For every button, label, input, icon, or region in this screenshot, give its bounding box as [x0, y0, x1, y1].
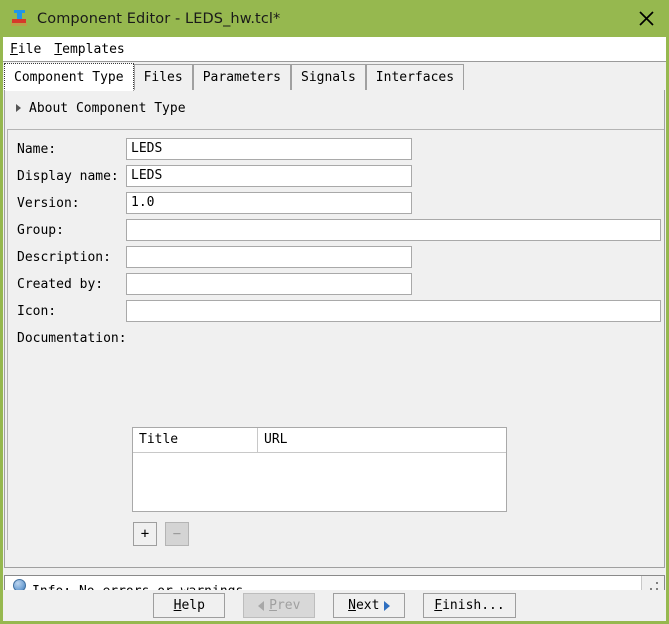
field-row-group: Group: [8, 217, 661, 243]
field-row-description: Description: [8, 244, 412, 270]
finish-button-label: inish... [442, 598, 505, 613]
label-group: Group: [17, 222, 64, 238]
label-icon: Icon: [17, 303, 57, 319]
finish-button[interactable]: Finish... [423, 593, 516, 618]
version-input[interactable]: 1.0 [126, 192, 412, 214]
chevron-left-icon [258, 600, 265, 611]
tab-interfaces[interactable]: Interfaces [365, 64, 465, 91]
tab-component-type[interactable]: Component Type [4, 63, 134, 91]
menu-templates-mnemonic: T [54, 41, 63, 57]
chevron-right-icon [16, 104, 21, 112]
display-name-input[interactable]: LEDS [126, 165, 412, 187]
documentation-table-header: Title URL [133, 428, 506, 453]
tab-signals[interactable]: Signals [291, 64, 366, 91]
about-component-type-disclosure[interactable]: About Component Type [13, 99, 186, 117]
close-icon[interactable] [623, 0, 669, 37]
next-button-label: ext [355, 598, 380, 613]
tab-parameters[interactable]: Parameters [192, 64, 291, 91]
description-input[interactable] [126, 246, 412, 268]
finish-button-mnemonic: F [434, 598, 443, 613]
field-row-version: Version: 1.0 [8, 190, 412, 216]
label-created-by: Created by: [17, 276, 104, 292]
prev-button-mnemonic: P [269, 598, 277, 613]
prev-button-label: rev [276, 598, 301, 613]
tab-files[interactable]: Files [133, 64, 193, 91]
menu-templates-rest: emplates [62, 41, 125, 57]
field-row-documentation: Documentation: [8, 325, 127, 351]
menu-file-rest: ile [17, 41, 42, 57]
label-description: Description: [17, 249, 111, 265]
field-row-name: Name: LEDS [8, 136, 412, 162]
window-title: Component Editor - LEDS_hw.tcl* [37, 10, 281, 27]
label-display-name: Display name: [17, 168, 119, 184]
field-row-icon: Icon: [8, 298, 661, 324]
next-button[interactable]: Next [333, 593, 406, 618]
name-input[interactable]: LEDS [126, 138, 412, 160]
prev-button: Prev [243, 593, 316, 618]
label-name: Name: [17, 141, 57, 157]
help-button-label: elp [181, 598, 205, 613]
documentation-table[interactable]: Title URL [132, 427, 507, 512]
menu-file-mnemonic: F [10, 41, 18, 57]
label-documentation: Documentation: [17, 330, 127, 346]
component-editor-window: Component Editor - LEDS_hw.tcl* File Tem… [0, 0, 669, 624]
documentation-row-controls: + − [133, 522, 189, 546]
dialog-button-bar: Help Prev Next Finish... [3, 590, 666, 621]
tab-bar: Component Type Files Parameters Signals … [4, 63, 665, 91]
add-documentation-button[interactable]: + [133, 522, 157, 546]
column-header-title: Title [133, 428, 258, 452]
tab-bar-filler [464, 63, 665, 91]
menu-item-templates[interactable]: Templates [54, 40, 131, 59]
about-component-type-label: About Component Type [29, 100, 186, 116]
group-input[interactable] [126, 219, 661, 241]
next-button-mnemonic: N [348, 598, 356, 613]
icon-input[interactable] [126, 300, 661, 322]
chevron-right-icon [384, 600, 391, 611]
field-row-created-by: Created by: [8, 271, 412, 297]
created-by-input[interactable] [126, 273, 412, 295]
field-row-display-name: Display name: LEDS [8, 163, 412, 189]
label-version: Version: [17, 195, 80, 211]
title-bar[interactable]: Component Editor - LEDS_hw.tcl* [0, 0, 669, 37]
menu-item-file[interactable]: File [10, 40, 48, 59]
remove-documentation-button: − [165, 522, 189, 546]
menu-bar: File Templates [3, 37, 666, 62]
help-button[interactable]: Help [153, 593, 226, 618]
documentation-table-body[interactable] [133, 453, 506, 511]
component-type-panel: About Component Type Name: LEDS Display … [4, 90, 665, 568]
column-header-url: URL [258, 428, 506, 452]
component-editor-icon [10, 9, 28, 28]
